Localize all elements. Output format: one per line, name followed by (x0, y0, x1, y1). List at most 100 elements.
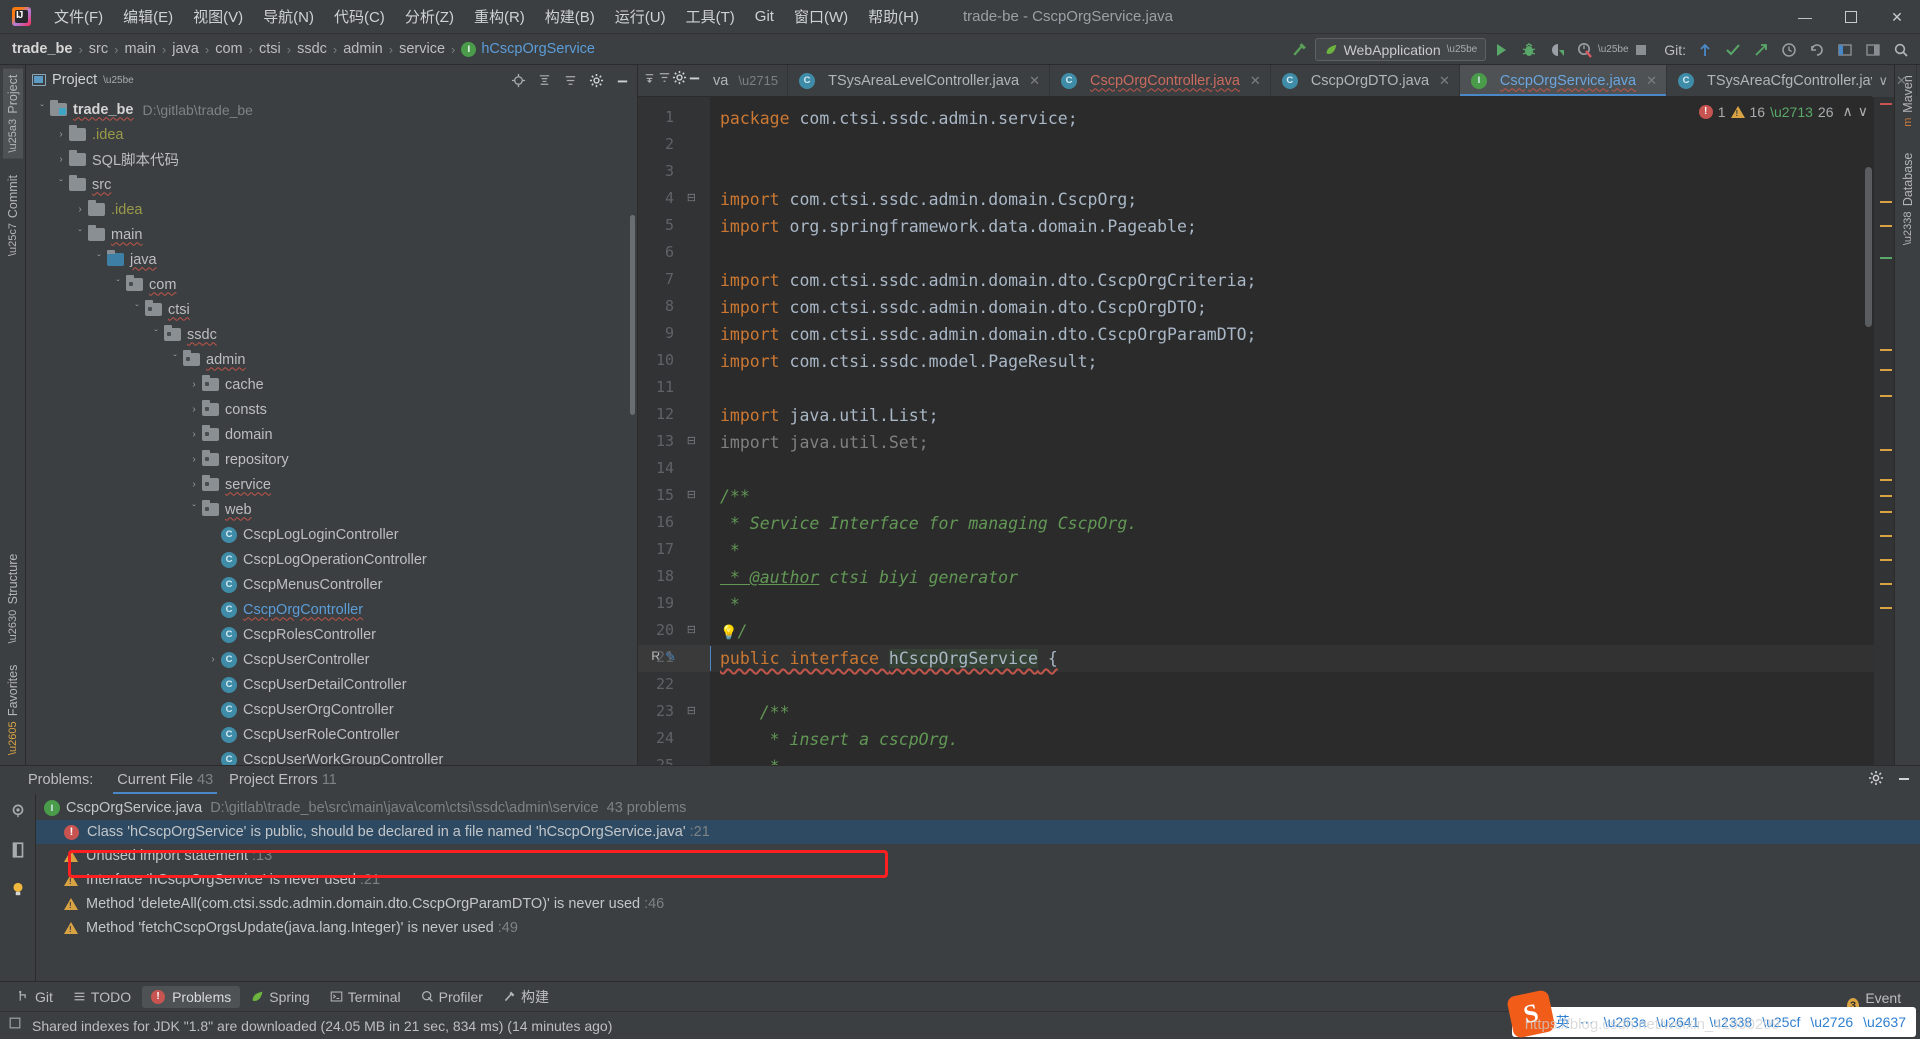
editor-gutter[interactable]: 1 2 3 4 ⊟ 5 6 7 8 9 10 11 12 13 ⊟ 14 15 ⊟ 16 17 18 19 20 ⊟ R ✎ 21 2… (638, 97, 710, 765)
breadcrumb-item-admin[interactable]: admin (343, 41, 383, 57)
tree-node-cscpuserworkgroupcontroller[interactable]: C CscpUserWorkGroupController (26, 747, 637, 765)
sidebar-item-database[interactable]: \u2338 Database (1898, 147, 1918, 251)
code-content[interactable]: package com.ctsi.ssdc.admin.service; impo… (710, 97, 1874, 765)
analysis-marker[interactable] (1880, 583, 1892, 585)
tree-node-cscpmenuscontroller[interactable]: C CscpMenusController (26, 572, 637, 597)
problem-row[interactable]: ! Class 'hCscpOrgService' is public, shou… (36, 820, 1920, 844)
tab-project-errors[interactable]: Project Errors 11 (221, 768, 345, 792)
code-fold-icon[interactable]: ⊟ (687, 704, 696, 717)
sidebar-item-commit[interactable]: \u25c7 Commit (3, 169, 23, 262)
menu-view[interactable]: 视图(V) (183, 2, 253, 31)
tool-window-todo[interactable]: TODO (64, 986, 140, 1008)
tree-node--idea[interactable]: › .idea (26, 122, 637, 147)
analysis-marker[interactable] (1880, 535, 1892, 537)
tree-node-ctsi[interactable]: ˇ ctsi (26, 297, 637, 322)
open-editor-icon[interactable] (9, 841, 27, 864)
tree-node-cscprolescontroller[interactable]: C CscpRolesController (26, 622, 637, 647)
menu-edit[interactable]: 编辑(E) (113, 2, 183, 31)
tree-node-com[interactable]: ˇ com (26, 272, 637, 297)
breadcrumb-item-service[interactable]: service (399, 41, 445, 57)
editor-tab-cscporgcontroller[interactable]: C CscpOrgController.java ✕ (1050, 65, 1271, 96)
settings-icon[interactable] (1860, 38, 1886, 62)
breadcrumb-item-project[interactable]: trade_be (12, 41, 72, 57)
tree-node-trade-be[interactable]: ˇ trade_be D:\gitlab\trade_be (26, 97, 637, 122)
tree-node-cscpuserdetailcontroller[interactable]: C CscpUserDetailController (26, 672, 637, 697)
close-icon[interactable]: ✕ (1029, 73, 1040, 89)
tool-window-git[interactable]: Git (8, 986, 62, 1008)
tree-node-ssdc[interactable]: ˇ ssdc (26, 322, 637, 347)
minimize-icon[interactable] (1896, 770, 1912, 791)
run-configuration-selector[interactable]: WebApplication \u25be (1314, 38, 1487, 61)
tree-node-java[interactable]: ˇ java (26, 247, 637, 272)
chevron-down-icon[interactable]: ˇ (129, 304, 145, 315)
git-update-icon[interactable] (1692, 38, 1718, 62)
sidebar-item-favorites[interactable]: \u2605 Favorites (3, 659, 23, 761)
breadcrumb-item-ssdc[interactable]: ssdc (297, 41, 327, 57)
sidebar-item-structure[interactable]: \u2630 Structure (3, 548, 23, 649)
menu-tools[interactable]: 工具(T) (676, 2, 745, 31)
run-icon[interactable] (1488, 38, 1514, 62)
tree-node--idea[interactable]: › .idea (26, 197, 637, 222)
tree-node-main[interactable]: ˇ main (26, 222, 637, 247)
analysis-marker[interactable] (1880, 607, 1892, 609)
code-fold-icon[interactable]: ⊟ (687, 434, 696, 447)
history-icon[interactable] (1776, 38, 1802, 62)
tool-window-profiler[interactable]: Profiler (412, 986, 492, 1008)
chevron-right-icon[interactable]: › (186, 429, 202, 440)
close-button[interactable]: ✕ (1874, 0, 1920, 34)
breadcrumb-item-main[interactable]: main (124, 41, 155, 57)
chevron-right-icon[interactable]: › (72, 204, 88, 215)
analysis-marker[interactable] (1880, 225, 1892, 227)
stop-icon[interactable] (1628, 38, 1654, 62)
chevron-down-icon[interactable]: ˇ (110, 279, 126, 290)
problem-row[interactable]: Interface 'hCscpOrgService' is never use… (36, 868, 1920, 892)
minimize-button[interactable]: — (1782, 0, 1828, 34)
chevron-down-icon[interactable]: ∨ (1878, 73, 1888, 89)
project-tree-scrollbar[interactable] (630, 215, 635, 415)
git-commit-check-icon[interactable] (1720, 38, 1746, 62)
gear-icon[interactable] (1868, 770, 1884, 791)
chevron-down-icon[interactable]: ˇ (53, 179, 69, 190)
inspections-widget[interactable]: ! 1 16 \u2713 26 ∧ ∨ (1698, 103, 1868, 120)
editor-tab-cscporgservice[interactable]: I CscpOrgService.java ✕ (1459, 65, 1668, 96)
rollback-icon[interactable] (1804, 38, 1830, 62)
menu-bar[interactable]: 文件(F) 编辑(E) 视图(V) 导航(N) 代码(C) 分析(Z) 重构(R… (44, 2, 929, 31)
maximize-button[interactable] (1828, 0, 1874, 34)
build-hammer-icon[interactable] (1287, 38, 1313, 62)
bowtie-icon[interactable]: \u2726 (1810, 1014, 1853, 1030)
menu-file[interactable]: 文件(F) (44, 2, 113, 31)
minimize-icon[interactable] (611, 69, 633, 91)
search-icon[interactable] (1888, 38, 1914, 62)
menu-navigate[interactable]: 导航(N) (253, 2, 324, 31)
chevron-down-icon[interactable]: ˇ (186, 504, 202, 515)
problems-list[interactable]: I CscpOrgService.java D:\gitlab\trade_be\s… (36, 794, 1920, 981)
tree-node-repository[interactable]: › repository (26, 447, 637, 472)
tree-node-domain[interactable]: › domain (26, 422, 637, 447)
tree-node-src[interactable]: ˇ src (26, 172, 637, 197)
layout-icon[interactable] (1832, 38, 1858, 62)
analysis-marker[interactable] (1880, 395, 1892, 397)
tree-node-web[interactable]: ˇ web (26, 497, 637, 522)
target-icon[interactable] (507, 69, 529, 91)
expand-icon[interactable] (559, 69, 581, 91)
chevron-down-icon[interactable]: \u25be (103, 75, 134, 86)
project-tree[interactable]: ˇ trade_be D:\gitlab\trade_be › .idea › SQL脚本代… (26, 95, 637, 765)
tree-node-cscpusercontroller[interactable]: › C CscpUserController (26, 647, 637, 672)
collapse-all-icon[interactable] (533, 69, 555, 91)
code-fold-icon[interactable]: ⊟ (687, 623, 696, 636)
chevron-down-icon[interactable]: ˇ (148, 329, 164, 340)
chevron-right-icon[interactable]: › (186, 479, 202, 490)
chevron-right-icon[interactable]: › (53, 129, 69, 140)
chevron-down-icon[interactable]: \u25be (1598, 38, 1629, 62)
menu-window[interactable]: 窗口(W) (784, 2, 858, 31)
analysis-marker[interactable] (1880, 495, 1892, 497)
tree-node-cscpuserrolecontroller[interactable]: C CscpUserRoleController (26, 722, 637, 747)
analysis-marker[interactable] (1880, 449, 1892, 451)
problem-row[interactable]: Unused import statement:13 (36, 844, 1920, 868)
bulb-icon[interactable] (9, 880, 27, 903)
close-icon[interactable]: ✕ (1439, 73, 1450, 89)
problem-row[interactable]: Method 'deleteAll(com.ctsi.ssdc.admin.do… (36, 892, 1920, 916)
tool-window-terminal[interactable]: Terminal (321, 986, 410, 1008)
tree-node-cscporgcontroller[interactable]: C CscpOrgController (26, 597, 637, 622)
tool-window-problems[interactable]: ! Problems (142, 985, 241, 1008)
